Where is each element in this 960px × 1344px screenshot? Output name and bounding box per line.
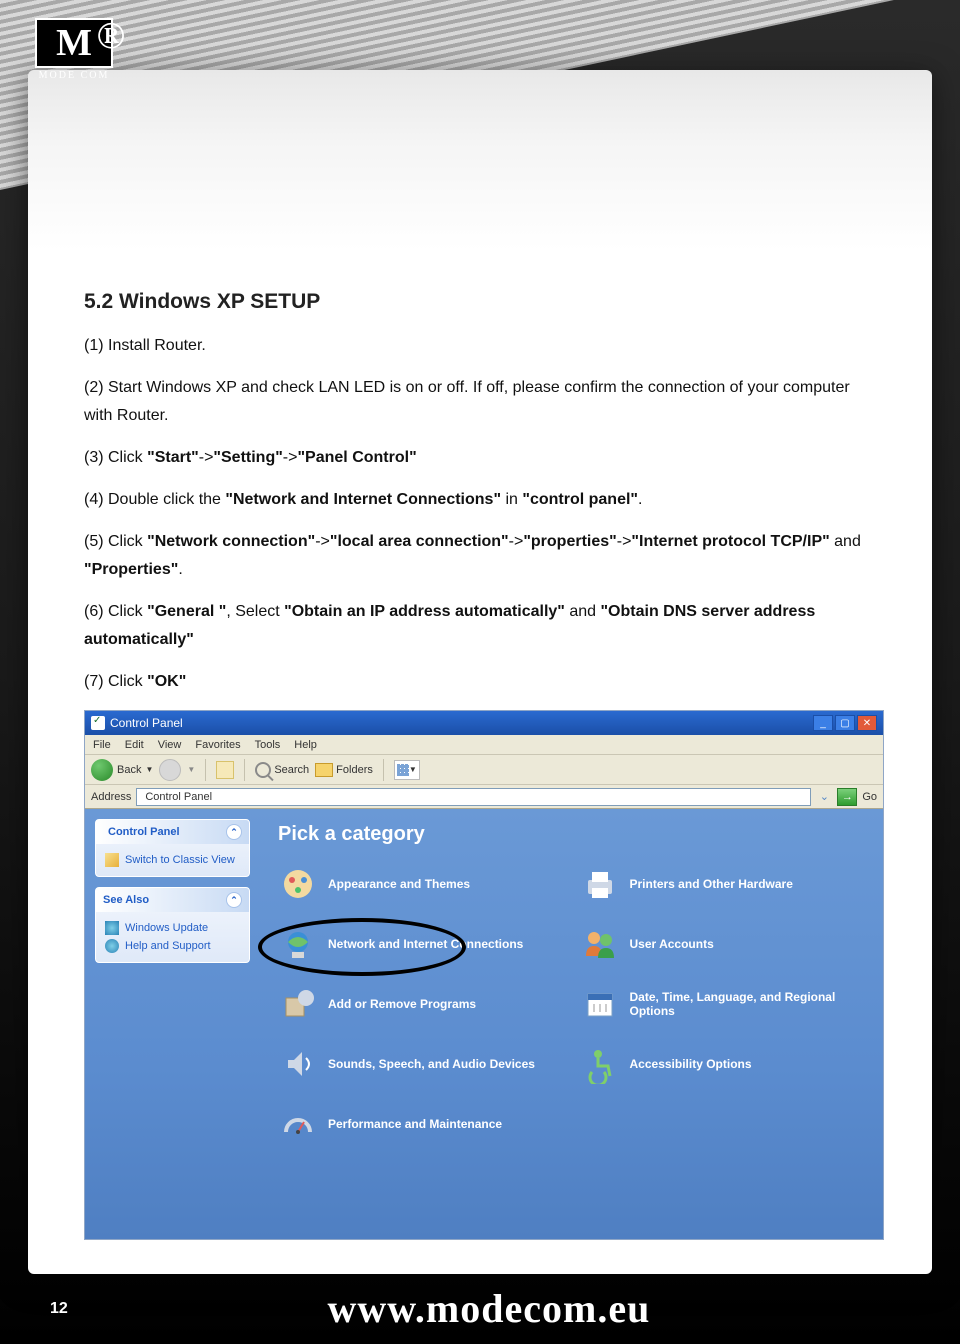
menu-edit[interactable]: Edit	[125, 739, 144, 751]
folders-button[interactable]: Folders	[315, 763, 373, 777]
main-pane: Pick a category Appearance and Themes Pr…	[260, 809, 883, 1239]
menu-file[interactable]: File	[93, 739, 111, 751]
sidebar: Control Panel ⌃ Switch to Classic View Se…	[85, 809, 260, 1239]
cat-appearance[interactable]: Appearance and Themes	[278, 864, 564, 904]
date-icon	[580, 984, 620, 1024]
folder-icon	[315, 763, 333, 777]
address-value: Control Panel	[145, 791, 212, 803]
accessibility-icon	[580, 1044, 620, 1084]
back-icon	[91, 759, 113, 781]
step-5: (5) Click "Network connection"->"local a…	[84, 528, 876, 584]
up-button[interactable]	[216, 761, 234, 779]
step-3: (3) Click "Start"->"Setting"->"Panel Con…	[84, 444, 876, 472]
menu-tools[interactable]: Tools	[255, 739, 281, 751]
step-7: (7) Click "OK"	[84, 668, 876, 696]
address-dropdown[interactable]: ⌄	[816, 790, 832, 803]
address-label: Address	[91, 791, 131, 803]
sounds-icon	[278, 1044, 318, 1084]
step-2: (2) Start Windows XP and check LAN LED i…	[84, 374, 876, 430]
switch-classic-link[interactable]: Switch to Classic View	[105, 851, 240, 869]
panel-title-seealso: See Also	[103, 894, 149, 906]
windows-update-icon	[105, 921, 119, 935]
cat-performance[interactable]: Performance and Maintenance	[278, 1104, 564, 1144]
help-icon	[105, 939, 119, 953]
toolbar: Back ▼ ▼ Search Folders ▼	[85, 755, 883, 785]
menu-help[interactable]: Help	[294, 739, 317, 751]
performance-icon	[278, 1104, 318, 1144]
menu-bar: File Edit View Favorites Tools Help	[85, 735, 883, 755]
step-4: (4) Double click the "Network and Intern…	[84, 486, 876, 514]
page-footer: 12 www.modecom.eu	[0, 1285, 960, 1332]
brand-logo: M® MODE COM	[35, 18, 113, 81]
pick-category-heading: Pick a category	[278, 823, 865, 846]
window-titlebar: Control Panel _ ▢ ✕	[85, 711, 883, 735]
collapse-icon[interactable]: ⌃	[226, 824, 242, 840]
cat-date[interactable]: Date, Time, Language, and Regional Optio…	[580, 984, 866, 1024]
go-button[interactable]: →	[837, 788, 857, 806]
section-heading: 5.2 Windows XP SETUP	[84, 290, 876, 314]
maximize-button[interactable]: ▢	[835, 715, 855, 731]
windows-update-link[interactable]: Windows Update	[105, 919, 240, 937]
brand-name: MODE COM	[35, 70, 113, 81]
printers-icon	[580, 864, 620, 904]
address-field[interactable]: Control Panel	[136, 788, 811, 806]
minimize-button[interactable]: _	[813, 715, 833, 731]
cat-network[interactable]: Network and Internet Connections	[278, 924, 564, 964]
forward-button[interactable]	[159, 759, 181, 781]
menu-view[interactable]: View	[158, 739, 182, 751]
go-label: Go	[862, 791, 877, 803]
step-1: (1) Install Router.	[84, 332, 876, 360]
search-icon	[255, 762, 271, 778]
panel-see-also: See Also ⌃ Windows Update Help and Suppor…	[95, 887, 250, 963]
window-title: Control Panel	[110, 716, 183, 730]
help-support-link[interactable]: Help and Support	[105, 937, 240, 955]
cat-printers[interactable]: Printers and Other Hardware	[580, 864, 866, 904]
cat-accessibility[interactable]: Accessibility Options	[580, 1044, 866, 1084]
address-bar: Address Control Panel ⌄ → Go	[85, 785, 883, 809]
cat-sounds[interactable]: Sounds, Speech, and Audio Devices	[278, 1044, 564, 1084]
panel-title: Control Panel	[108, 826, 180, 838]
page-card: 5.2 Windows XP SETUP (1) Install Router.…	[28, 70, 932, 1274]
views-icon	[397, 764, 409, 776]
cat-users[interactable]: User Accounts	[580, 924, 866, 964]
footer-url: www.modecom.eu	[68, 1285, 910, 1332]
collapse-icon[interactable]: ⌃	[226, 892, 242, 908]
switch-icon	[105, 853, 119, 867]
cat-add-remove[interactable]: Add or Remove Programs	[278, 984, 564, 1024]
close-button[interactable]: ✕	[857, 715, 877, 731]
search-button[interactable]: Search	[255, 762, 309, 778]
users-icon	[580, 924, 620, 964]
step-6: (6) Click "General ", Select "Obtain an …	[84, 598, 876, 654]
window-icon	[91, 716, 105, 730]
menu-favorites[interactable]: Favorites	[195, 739, 240, 751]
back-button[interactable]: Back ▼	[91, 759, 153, 781]
add-remove-icon	[278, 984, 318, 1024]
network-icon	[278, 924, 318, 964]
page-number: 12	[50, 1300, 68, 1318]
screenshot-control-panel: Control Panel _ ▢ ✕ File Edit View Favor…	[84, 710, 884, 1240]
appearance-icon	[278, 864, 318, 904]
panel-control-panel: Control Panel ⌃ Switch to Classic View	[95, 819, 250, 877]
views-button[interactable]: ▼	[394, 760, 420, 780]
